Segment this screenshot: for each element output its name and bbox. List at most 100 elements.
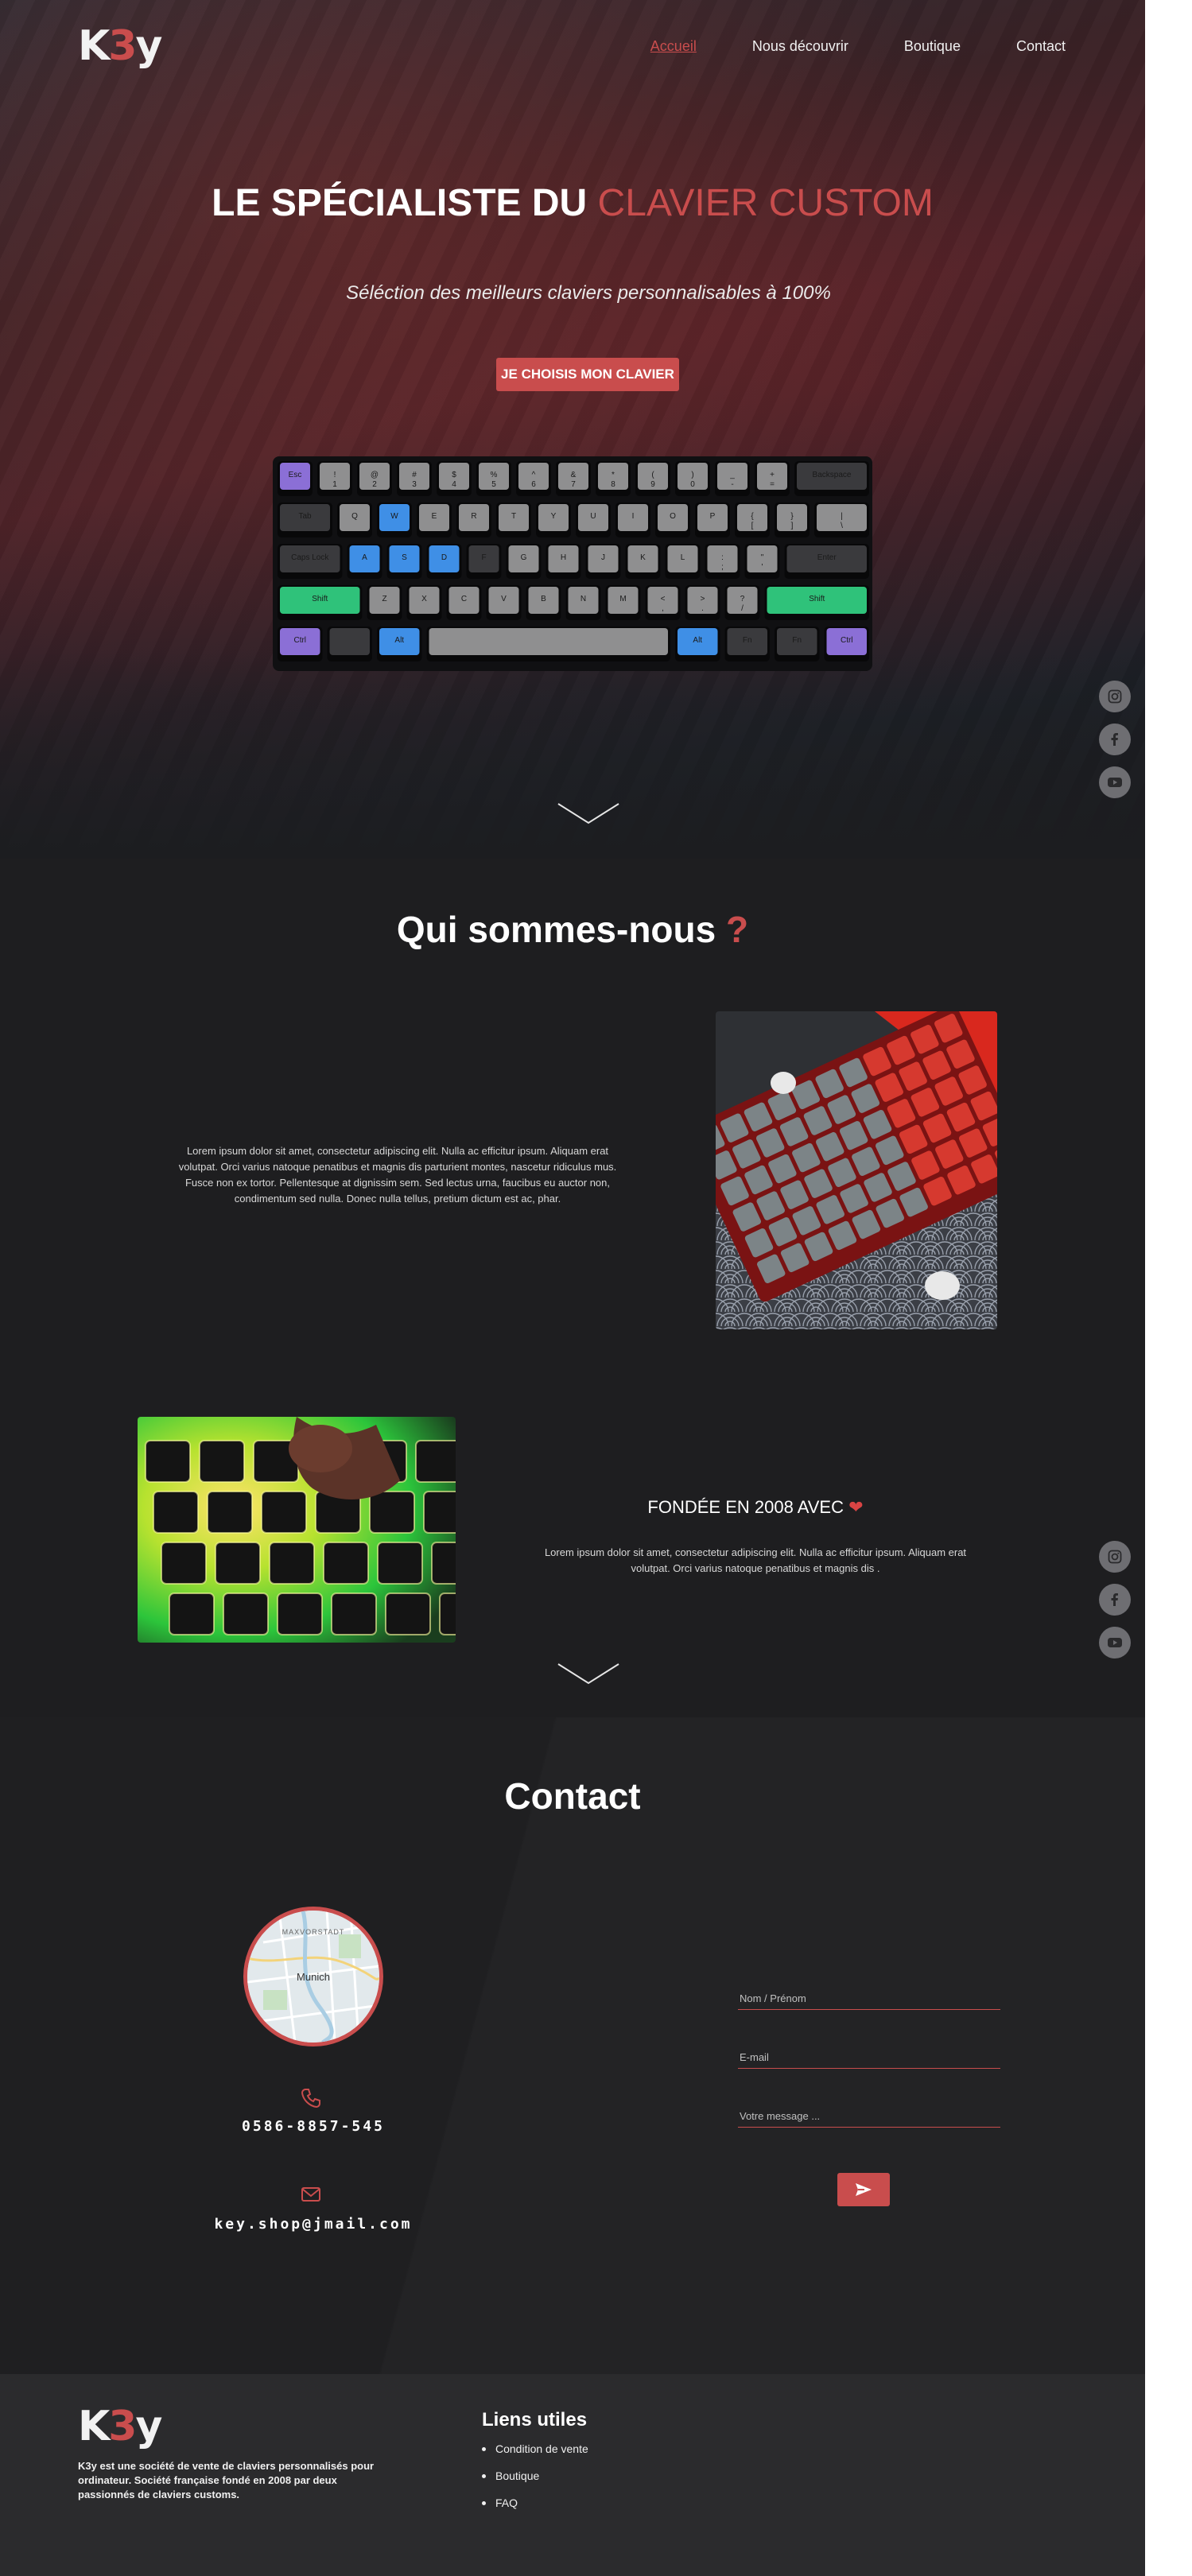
keycap: !1: [317, 461, 352, 496]
chevron-down-icon[interactable]: [557, 1662, 620, 1686]
footer-link-faq[interactable]: FAQ: [482, 2496, 588, 2509]
svg-text:>: >: [701, 595, 705, 603]
keycap: V: [486, 585, 522, 620]
instagram-icon[interactable]: [1099, 681, 1131, 712]
svg-text:0: 0: [690, 480, 695, 489]
youtube-icon[interactable]: [1099, 766, 1131, 798]
keycap: X: [406, 585, 442, 620]
svg-text:3: 3: [412, 480, 417, 489]
footer-link-boutique[interactable]: Boutique: [482, 2469, 588, 2482]
name-field[interactable]: [738, 1988, 1000, 2010]
keycap: Caps Lock: [278, 544, 343, 579]
send-button[interactable]: [837, 2173, 890, 2206]
facebook-icon[interactable]: [1099, 724, 1131, 755]
svg-text:\: \: [841, 522, 843, 530]
svg-text:V: V: [501, 595, 507, 603]
svg-text:*: *: [612, 471, 615, 479]
message-field[interactable]: [738, 2105, 1000, 2128]
keycap: )0: [675, 461, 710, 496]
footer-link-conditions[interactable]: Condition de vente: [482, 2442, 588, 2455]
svg-text:Fn: Fn: [743, 636, 752, 645]
keycap: [415, 1440, 456, 1483]
keycap: Y: [536, 502, 571, 537]
svg-text:N: N: [580, 595, 586, 603]
youtube-icon[interactable]: [1099, 1627, 1131, 1658]
map-widget[interactable]: MAXVORSTADT Munich: [243, 1907, 383, 2046]
svg-text:Backspace: Backspace: [813, 471, 852, 479]
keycap: ?/: [724, 585, 760, 620]
svg-text:Alt: Alt: [693, 636, 702, 645]
keycap: <,: [645, 585, 681, 620]
keycap: >.: [685, 585, 720, 620]
main-nav: Accueil Nous découvrir Boutique Contact: [650, 38, 1066, 55]
keycap: @2: [357, 461, 392, 496]
send-icon: [856, 2183, 872, 2196]
svg-text:5: 5: [491, 480, 496, 489]
email-address[interactable]: key.shop@jmail.com: [154, 2216, 472, 2233]
svg-text:Q: Q: [351, 512, 358, 521]
svg-text:+: +: [770, 471, 775, 479]
keycap: C: [446, 585, 482, 620]
keycap: :;: [705, 544, 740, 579]
keycap: M: [605, 585, 641, 620]
email-field[interactable]: [738, 2046, 1000, 2069]
keycap: $4: [437, 461, 472, 496]
svg-text:#: #: [412, 471, 417, 479]
instagram-icon[interactable]: [1099, 1541, 1131, 1573]
keycap: {[: [735, 502, 770, 537]
keycap: R: [456, 502, 491, 537]
choose-keyboard-button[interactable]: JE CHOISIS MON CLAVIER: [496, 358, 679, 391]
keycap: [207, 1491, 253, 1534]
keycap: J: [585, 544, 621, 579]
keycap: |\: [814, 502, 869, 537]
keycap: D: [426, 544, 462, 579]
chevron-down-icon[interactable]: [557, 801, 620, 825]
keycap: E: [417, 502, 452, 537]
keycap: [153, 1491, 199, 1534]
keycap: [277, 1593, 323, 1635]
svg-text:': ': [762, 563, 763, 572]
footer-logo[interactable]: K3y: [78, 2403, 162, 2450]
keycap: [161, 1542, 207, 1585]
svg-text:2: 2: [372, 480, 377, 489]
social-links-hero: [1099, 681, 1131, 798]
nav-item-boutique[interactable]: Boutique: [904, 38, 961, 55]
logo[interactable]: K3y: [78, 22, 162, 70]
phone-number[interactable]: 0586-8857-545: [154, 2118, 472, 2135]
svg-text:Esc: Esc: [289, 471, 302, 479]
nav-item-accueil[interactable]: Accueil: [650, 38, 697, 55]
nav-item-contact[interactable]: Contact: [1016, 38, 1066, 55]
keycap: #3: [397, 461, 432, 496]
svg-text:P: P: [710, 512, 716, 521]
red-keyboard-photo: [716, 1011, 997, 1329]
svg-text:%: %: [491, 471, 498, 479]
keycap: [331, 1593, 377, 1635]
svg-text:O: O: [670, 512, 676, 521]
keycap: [145, 1440, 191, 1483]
keycap: "': [744, 544, 780, 579]
svg-text:W: W: [390, 512, 398, 521]
svg-text:F: F: [481, 553, 486, 562]
svg-text:": ": [761, 553, 764, 562]
svg-text:C: C: [461, 595, 467, 603]
facebook-icon[interactable]: [1099, 1584, 1131, 1616]
keycap: B: [526, 585, 561, 620]
keycap: Alt: [675, 627, 720, 661]
svg-text:^: ^: [532, 471, 536, 479]
mail-icon: [301, 2187, 320, 2202]
svg-text:J: J: [601, 553, 605, 562]
svg-text:Shift: Shift: [312, 595, 328, 603]
svg-text:S: S: [402, 553, 407, 562]
svg-text:4: 4: [452, 480, 456, 489]
svg-text:D: D: [441, 553, 447, 562]
keycap: (9: [635, 461, 670, 496]
keycap: [323, 1542, 369, 1585]
keycap: [199, 1440, 245, 1483]
keycap: Q: [337, 502, 372, 537]
social-links-about: [1099, 1541, 1131, 1658]
keycap: [369, 1491, 415, 1534]
keycap: W: [377, 502, 412, 537]
keycap: [431, 1542, 456, 1585]
svg-text:Caps Lock: Caps Lock: [291, 553, 329, 562]
nav-item-nous-decouvrir[interactable]: Nous découvrir: [752, 38, 848, 55]
